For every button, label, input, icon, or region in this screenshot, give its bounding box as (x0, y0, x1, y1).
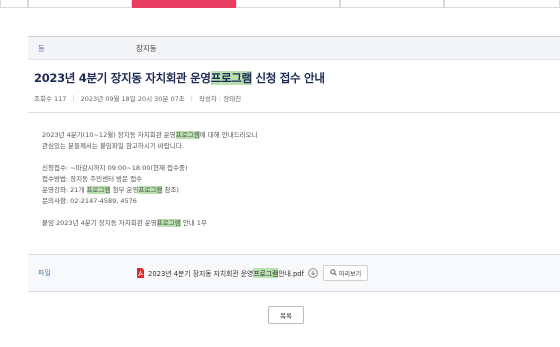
body-line: 문의사항: 02-2147-4589, 4576 (42, 197, 137, 205)
preview-button[interactable]: 미리보기 (323, 265, 369, 281)
download-icon[interactable] (308, 268, 318, 278)
file-row: 파일 2023년 4분기 장지동 자치회관 운영 프로그램 안내.pdf 미리보기 (28, 254, 560, 292)
tab-2[interactable] (28, 0, 132, 8)
file-label: 파일 (38, 269, 51, 277)
tab-3-active[interactable] (132, 0, 236, 8)
body-line: 2023년 4분기(10~12월) 장지동 자치회관 운영프로그램에 대해 안내… (42, 131, 258, 139)
body-line: 관심있는 분들께서는 붙임파일 참고하시기 바랍니다. (42, 142, 184, 150)
body-line: 운영강좌: 21개 프로그램 첨부 운영프로그램 참조) (42, 186, 179, 194)
tab-1[interactable] (0, 0, 28, 8)
dong-value: 장지동 (136, 43, 157, 53)
divider: | (72, 94, 75, 102)
dong-label: 동 (38, 43, 45, 53)
body-line: 접수방법: 장지동 주민센터 방문 접수 (42, 175, 143, 183)
tab-6[interactable] (444, 0, 560, 8)
list-button[interactable]: 목록 (268, 306, 304, 324)
attachment-note: 붙임 2023년 4분기 장지동 자치회관 운영프로그램 안내 1부 (42, 219, 207, 227)
body-line: 신청접수: ~마감시까지 09:00~18:00(현재 접수중) (42, 164, 188, 172)
post-title: 2023년 4분기 장지동 자치회관 운영프로그램 신청 접수 안내 (34, 71, 325, 85)
search-icon (330, 268, 337, 278)
pdf-icon (136, 268, 145, 278)
post-view: 동 장지동 2023년 4분기 장지동 자치회관 운영프로그램 신청 접수 안내… (28, 36, 560, 324)
divider: | (190, 94, 193, 102)
views-count: 조회수 117 (34, 95, 67, 103)
tab-4[interactable] (236, 0, 340, 8)
dong-row: 동 장지동 (28, 36, 560, 60)
top-tab-strip (0, 0, 560, 8)
post-author: 작성자 : 장태진 (198, 95, 242, 103)
tab-5[interactable] (340, 0, 444, 8)
post-info: 조회수 117 | 2023년 09월 18일 20시 30분 07초 | 작성… (28, 92, 560, 104)
file-link[interactable]: 2023년 4분기 장지동 자치회관 운영 프로그램 안내.pdf (136, 268, 318, 278)
post-date: 2023년 09월 18일 20시 30분 07초 (80, 95, 185, 103)
search-highlight: 프로그램 (210, 71, 252, 85)
post-body: 2023년 4분기(10~12월) 장지동 자치회관 운영프로그램에 대해 안내… (42, 130, 542, 229)
divider-line (28, 112, 560, 113)
